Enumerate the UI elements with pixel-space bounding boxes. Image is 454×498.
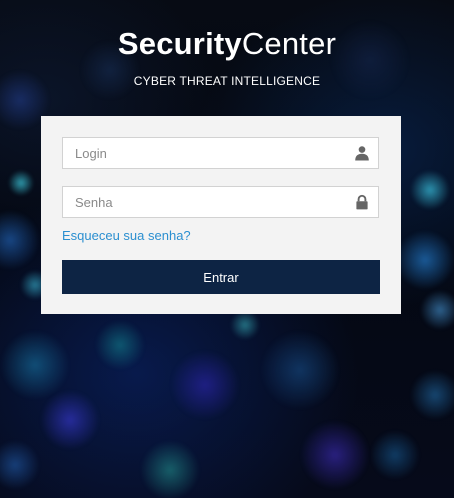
bokeh-light <box>140 440 200 498</box>
bokeh-light <box>300 420 370 490</box>
forgot-password-link[interactable]: Esqueceu sua senha? <box>62 228 191 243</box>
login-field <box>62 137 379 169</box>
bokeh-light <box>410 170 450 210</box>
bokeh-light <box>0 330 70 400</box>
brand-name-light: Center <box>241 26 337 61</box>
bokeh-light <box>370 430 420 480</box>
bokeh-light <box>170 350 240 420</box>
brand-logo: SecurityCenter <box>0 26 454 62</box>
bokeh-light <box>410 370 454 420</box>
login-input[interactable] <box>63 138 355 168</box>
submit-button[interactable]: Entrar <box>62 260 380 294</box>
lock-icon <box>354 194 370 210</box>
bokeh-light <box>395 230 454 290</box>
user-icon <box>354 145 370 161</box>
bokeh-light <box>260 330 340 410</box>
bokeh-light <box>0 210 40 270</box>
login-panel: Esqueceu sua senha? Entrar <box>41 116 401 314</box>
bokeh-light <box>420 290 454 330</box>
brand-tagline: CYBER THREAT INTELLIGENCE <box>133 74 321 88</box>
password-field <box>62 186 379 218</box>
bokeh-light <box>0 440 40 490</box>
brand-name-bold: Security <box>117 26 242 61</box>
bokeh-light <box>8 170 34 196</box>
bokeh-light <box>230 310 260 340</box>
password-input[interactable] <box>63 187 355 217</box>
bokeh-light <box>40 390 100 450</box>
bokeh-light <box>95 320 145 370</box>
